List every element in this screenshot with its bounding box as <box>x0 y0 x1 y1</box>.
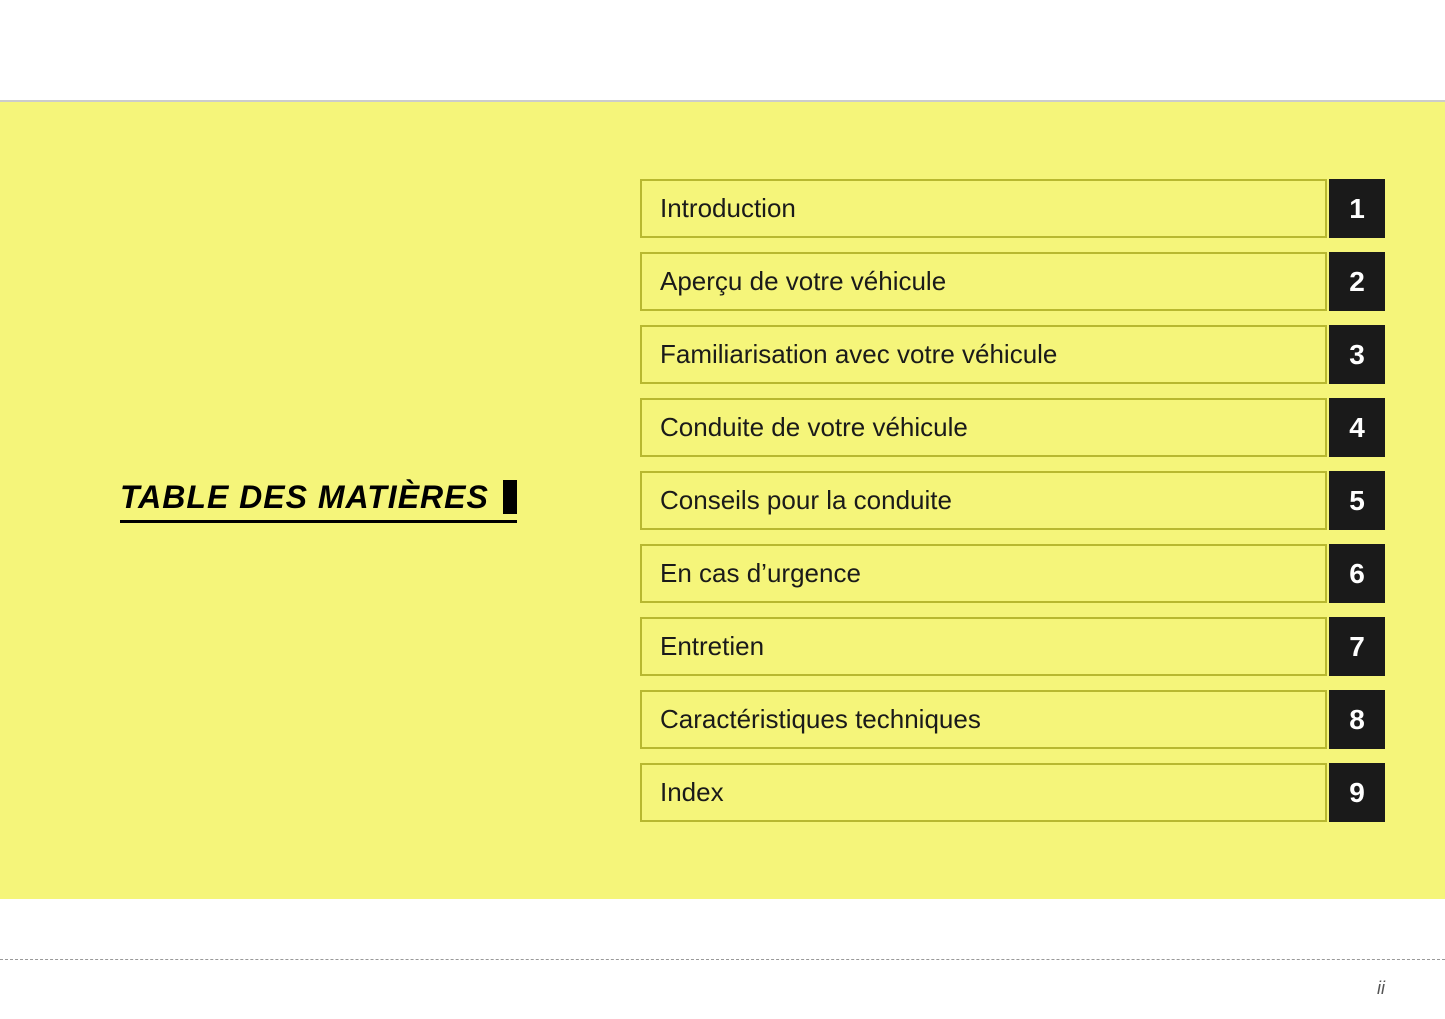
table-row[interactable]: Entretien7 <box>640 617 1385 676</box>
toc-item-number-5: 5 <box>1329 471 1385 530</box>
toc-item-label-4: Conduite de votre véhicule <box>640 398 1327 457</box>
toc-item-label-2: Aperçu de votre véhicule <box>640 252 1327 311</box>
toc-item-number-7: 7 <box>1329 617 1385 676</box>
toc-item-number-8: 8 <box>1329 690 1385 749</box>
table-row[interactable]: En cas d’urgence6 <box>640 544 1385 603</box>
toc-item-label-3: Familiarisation avec votre véhicule <box>640 325 1327 384</box>
toc-item-number-2: 2 <box>1329 252 1385 311</box>
toc-item-number-3: 3 <box>1329 325 1385 384</box>
toc-item-label-9: Index <box>640 763 1327 822</box>
table-row[interactable]: Conseils pour la conduite5 <box>640 471 1385 530</box>
table-title: TABLE DES MATIÈRES <box>120 479 517 523</box>
toc-item-number-1: 1 <box>1329 179 1385 238</box>
title-marker <box>503 480 517 514</box>
page-number: ii <box>1377 978 1385 999</box>
toc-item-label-7: Entretien <box>640 617 1327 676</box>
toc-item-label-5: Conseils pour la conduite <box>640 471 1327 530</box>
left-section: TABLE DES MATIÈRES <box>60 479 620 523</box>
bottom-area: ii <box>0 899 1445 1019</box>
main-content: TABLE DES MATIÈRES Introduction1Aperçu d… <box>0 102 1445 899</box>
table-row[interactable]: Introduction1 <box>640 179 1385 238</box>
table-row[interactable]: Familiarisation avec votre véhicule3 <box>640 325 1385 384</box>
toc-list: Introduction1Aperçu de votre véhicule2Fa… <box>620 179 1385 822</box>
table-row[interactable]: Caractéristiques techniques8 <box>640 690 1385 749</box>
table-row[interactable]: Index9 <box>640 763 1385 822</box>
table-row[interactable]: Conduite de votre véhicule4 <box>640 398 1385 457</box>
toc-item-label-6: En cas d’urgence <box>640 544 1327 603</box>
table-row[interactable]: Aperçu de votre véhicule2 <box>640 252 1385 311</box>
toc-item-number-9: 9 <box>1329 763 1385 822</box>
dashed-rule <box>0 959 1445 960</box>
page-container: TABLE DES MATIÈRES Introduction1Aperçu d… <box>0 0 1445 1019</box>
toc-item-label-1: Introduction <box>640 179 1327 238</box>
toc-item-number-4: 4 <box>1329 398 1385 457</box>
toc-item-number-6: 6 <box>1329 544 1385 603</box>
table-title-text: TABLE DES MATIÈRES <box>120 479 489 516</box>
toc-item-label-8: Caractéristiques techniques <box>640 690 1327 749</box>
